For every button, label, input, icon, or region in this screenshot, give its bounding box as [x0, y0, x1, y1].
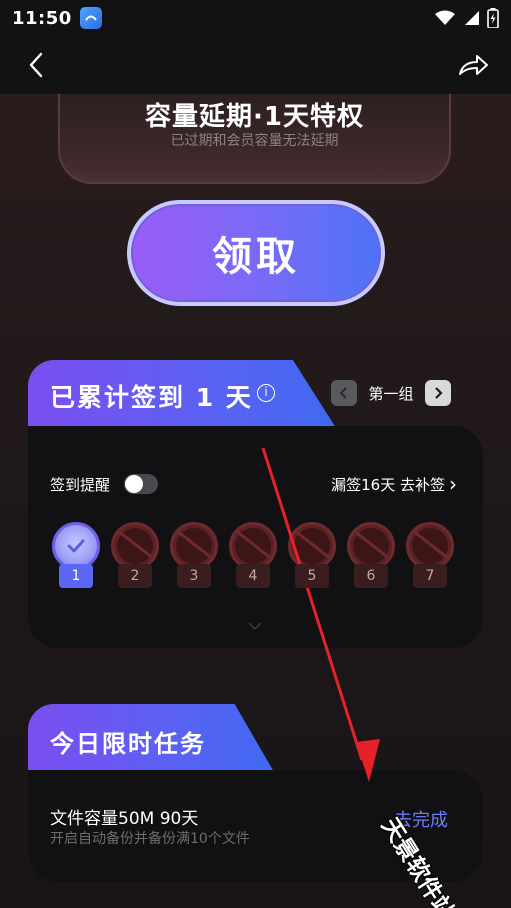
back-arrow-icon[interactable]: [28, 52, 44, 78]
day-circle-locked: [170, 522, 218, 570]
prev-group-button[interactable]: [331, 380, 357, 406]
day-item[interactable]: 3: [170, 522, 218, 588]
toggle-knob: [125, 475, 143, 493]
group-label: 第一组: [368, 384, 414, 403]
tasks-title: 今日限时任务: [50, 730, 206, 758]
status-icons: [435, 8, 499, 28]
day-item[interactable]: 6: [347, 522, 395, 588]
day-circle-done: [52, 522, 100, 570]
claim-button[interactable]: 领取: [127, 200, 385, 306]
day-item[interactable]: 2: [111, 522, 159, 588]
chevron-right-icon: ›: [449, 472, 457, 496]
day-item[interactable]: 7: [406, 522, 454, 588]
days-row: 1 2 3 4 5 6 7: [52, 522, 454, 588]
task-subtitle: 开启自动备份并备份满10个文件: [50, 831, 250, 847]
signal-icon: [465, 11, 479, 25]
battery-charging-icon: [487, 8, 499, 28]
day-label: 5: [295, 564, 329, 588]
missed-text: 漏签16天 去补签: [331, 476, 445, 494]
share-icon[interactable]: [457, 53, 489, 77]
reminder-toggle[interactable]: [124, 474, 158, 494]
day-circle-locked: [406, 522, 454, 570]
info-icon[interactable]: i: [257, 384, 275, 402]
day-label: 2: [118, 564, 152, 588]
day-item[interactable]: 4: [229, 522, 277, 588]
status-bar: 11:50: [0, 0, 511, 36]
day-item[interactable]: 5: [288, 522, 336, 588]
reward-subtitle: 已过期和会员容量无法延期: [170, 133, 339, 149]
reward-card: 容量延期·1天特权 已过期和会员容量无法延期: [58, 94, 451, 184]
day-item[interactable]: 1: [52, 522, 100, 588]
day-circle-locked: [111, 522, 159, 570]
nav-bar: [0, 36, 511, 94]
next-group-button[interactable]: [425, 380, 451, 406]
day-label: 3: [177, 564, 211, 588]
wifi-icon: [435, 10, 455, 25]
reminder-label: 签到提醒: [50, 476, 111, 494]
chevron-down-icon[interactable]: [248, 622, 262, 630]
makeup-checkin-link[interactable]: 漏签16天 去补签 ›: [331, 474, 457, 495]
check-icon: [67, 539, 85, 553]
checkin-card: 签到提醒 漏签16天 去补签 › 1 2 3 4 5 6 7: [28, 426, 483, 648]
group-nav: 第一组: [331, 380, 451, 406]
status-time: 11:50: [12, 7, 72, 29]
checkin-title: 已累计签到 1 天: [50, 383, 253, 412]
app-icon: [79, 7, 102, 29]
day-circle-locked: [288, 522, 336, 570]
reward-title: 容量延期·1天特权: [145, 102, 364, 132]
day-label: 6: [354, 564, 388, 588]
day-circle-locked: [229, 522, 277, 570]
task-title: 文件容量50M 90天: [50, 809, 199, 829]
chevron-left-icon: [339, 387, 347, 399]
day-circle-locked: [347, 522, 395, 570]
day-label: 1: [59, 564, 93, 588]
chevron-right-icon: [435, 387, 443, 399]
day-label: 7: [413, 564, 447, 588]
day-label: 4: [236, 564, 270, 588]
